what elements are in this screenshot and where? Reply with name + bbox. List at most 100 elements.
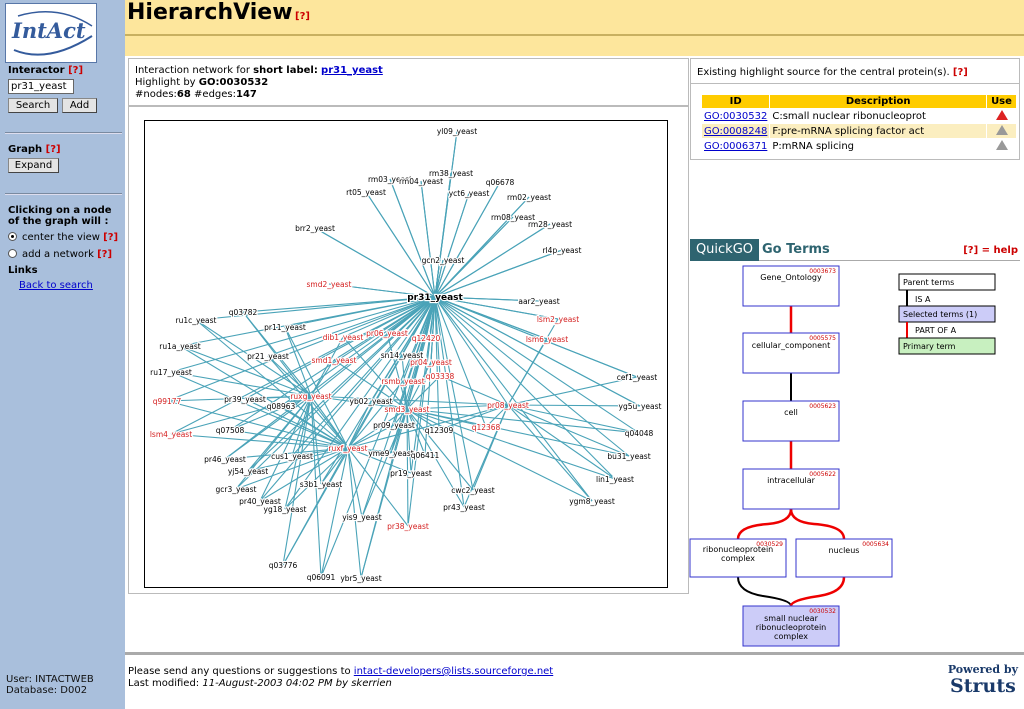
graph-node-label[interactable]: pr11_yeast — [263, 322, 307, 333]
powered-by-struts-logo[interactable]: Powered by Struts — [948, 663, 1018, 696]
sidebar-divider — [5, 132, 122, 134]
graph-node-label[interactable]: q03782 — [228, 307, 259, 318]
quickgo-logo[interactable]: QuickGO — [690, 239, 759, 261]
graph-node-label[interactable]: q12309 — [424, 425, 455, 436]
go-id-link[interactable]: GO:0008248 — [704, 126, 767, 137]
graph-node-label[interactable]: q12368 — [471, 422, 502, 433]
graph-node-label[interactable]: pr31_yeast — [406, 292, 465, 304]
graph-node-label[interactable]: pr46_yeast — [203, 454, 247, 465]
graph-node-label[interactable]: ygm8_yeast — [568, 496, 616, 507]
add-network-radio[interactable] — [8, 249, 17, 258]
column-header-description: Description — [769, 94, 987, 109]
graph-node-label[interactable]: yl09_yeast — [436, 126, 479, 137]
graph-node-label[interactable]: gcn2_yeast — [421, 255, 466, 266]
go-id-link[interactable]: GO:0030532 — [704, 111, 767, 122]
graph-node-label[interactable]: lin1_yeast — [595, 474, 635, 485]
graph-node-label[interactable]: pr38_yeast — [386, 521, 430, 532]
graph-node-label[interactable]: rm04_yeast — [398, 176, 444, 187]
graph-node-label[interactable]: q03338 — [425, 371, 456, 382]
graph-node-label[interactable]: pr39_yeast — [223, 394, 267, 405]
graph-node-label[interactable]: lsm2_yeast — [536, 314, 581, 325]
graph-node-label[interactable]: pr06_yeast — [365, 328, 409, 339]
graph-node-label[interactable]: brr2_yeast — [294, 223, 336, 234]
graph-node-label[interactable]: rl4p_yeast — [541, 245, 582, 256]
graph-node-label[interactable]: yme9_yeast — [367, 448, 415, 459]
graph-node-label[interactable]: s3b1_yeast — [299, 479, 344, 490]
graph-node-label[interactable]: rt05_yeast — [345, 187, 387, 198]
intact-logo[interactable]: IntAct — [5, 3, 97, 63]
graph-node-label[interactable]: dib1_yeast — [322, 332, 365, 343]
back-to-search-link[interactable]: Back to search — [19, 280, 93, 291]
graph-node-label[interactable]: cef1_yeast — [616, 372, 659, 383]
title-help-link[interactable]: [?] — [295, 11, 310, 22]
graph-node-label[interactable]: lsm4_yeast — [149, 429, 194, 440]
graph-node-label[interactable]: q03776 — [268, 560, 299, 571]
center-help-link[interactable]: [?] — [103, 232, 118, 243]
go-legend: Parent terms IS A Selected terms (1) PAR… — [898, 273, 996, 355]
graph-node-label[interactable]: yg18_yeast — [262, 504, 307, 515]
go-id-link[interactable]: GO:0006371 — [704, 141, 767, 152]
legend-part-of: PART OF A — [915, 326, 957, 335]
highlight-help-link[interactable]: [?] — [953, 67, 968, 78]
graph-node-label[interactable]: aar2_yeast — [517, 296, 561, 307]
graph-node-label[interactable]: q06678 — [485, 177, 516, 188]
graph-node-label[interactable]: yis9_yeast — [341, 512, 383, 523]
graph-node-label[interactable]: q07508 — [215, 425, 246, 436]
graph-node-label[interactable]: q99177 — [152, 396, 183, 407]
links-heading: Links — [8, 265, 38, 276]
go-term-name: nucleus — [829, 546, 860, 555]
network-graph-svg[interactable]: yl09_yeastrm38_yeastrm03_yeastrm04_yeast… — [145, 121, 669, 589]
graph-node-label[interactable]: lsm6_yeast — [525, 334, 570, 345]
header: HierarchView [?] — [125, 0, 1024, 34]
graph-node-label[interactable]: bu31_yeast — [606, 451, 652, 462]
graph-node-label[interactable]: pr09_yeast — [372, 420, 416, 431]
graph-node-label[interactable]: q12420 — [411, 333, 442, 344]
graph-node-label[interactable]: ruxg_yeast — [289, 391, 333, 402]
graph-node-label[interactable]: q08963 — [266, 401, 297, 412]
graph-node-label[interactable]: q06091 — [306, 572, 337, 583]
quickgo-help[interactable]: [?] = help — [963, 245, 1018, 256]
graph-heading: Graph [?] — [8, 144, 61, 155]
graph-node-label[interactable]: q04048 — [624, 428, 655, 439]
contact-email-link[interactable]: intact-developers@lists.sourceforge.net — [354, 666, 553, 677]
expand-button[interactable]: Expand — [8, 158, 59, 173]
central-protein-link[interactable]: pr31_yeast — [321, 65, 383, 76]
go-term-name: cell — [784, 408, 798, 417]
interactor-input[interactable] — [8, 79, 74, 94]
graph-node-label[interactable]: pr19_yeast — [389, 468, 433, 479]
add-help-link[interactable]: [?] — [97, 249, 112, 260]
graph-help-link[interactable]: [?] — [46, 144, 61, 155]
search-button[interactable]: Search — [8, 98, 58, 113]
graph-node-label[interactable]: yg5u_yeast — [617, 401, 662, 412]
graph-edge — [507, 404, 593, 502]
grey-warning-icon[interactable] — [995, 124, 1008, 135]
info-short-label: short label: — [253, 65, 318, 76]
graph-node-label[interactable]: pr04_yeast — [409, 357, 453, 368]
add-button[interactable]: Add — [62, 98, 97, 113]
graph-node-label[interactable]: smd3_yeast — [383, 404, 430, 415]
graph-node-label[interactable]: pr08_yeast — [486, 400, 530, 411]
graph-node-label[interactable]: q06411 — [410, 450, 441, 461]
graph-node-label[interactable]: pr21_yeast — [246, 351, 290, 362]
graph-node-label[interactable]: ru17_yeast — [149, 367, 193, 378]
red-warning-icon[interactable] — [995, 109, 1008, 120]
graph-node-label[interactable]: ybr5_yeast — [339, 573, 383, 584]
graph-node-label[interactable]: smd1_yeast — [310, 355, 357, 366]
grey-warning-icon[interactable] — [995, 139, 1008, 150]
graph-node-label[interactable]: pr43_yeast — [442, 502, 486, 513]
graph-node-label[interactable]: cwc2_yeast — [450, 485, 496, 496]
graph-node-label[interactable]: yct6_yeast — [448, 188, 491, 199]
graph-node-label[interactable]: cus1_yeast — [270, 451, 314, 462]
interactor-help-link[interactable]: [?] — [68, 65, 83, 76]
graph-node-label[interactable]: ru1c_yeast — [174, 315, 217, 326]
graph-node-label[interactable]: rm02_yeast — [506, 192, 552, 203]
graph-node-label[interactable]: rsmb_yeast — [380, 376, 426, 387]
graph-node-label[interactable]: ruxf_yeast — [327, 443, 368, 454]
graph-node-label[interactable]: yj54_yeast — [227, 466, 270, 477]
graph-node-label[interactable]: rm28_yeast — [527, 219, 573, 230]
graph-node-label[interactable]: smd2_yeast — [305, 279, 352, 290]
graph-node-label[interactable]: gcr3_yeast — [214, 484, 257, 495]
graph-node-label[interactable]: ru1a_yeast — [158, 341, 202, 352]
center-view-radio[interactable] — [8, 232, 17, 241]
network-graph[interactable]: yl09_yeast rm38_yeast rm03_yeast rm04_yeast… — [144, 120, 668, 588]
